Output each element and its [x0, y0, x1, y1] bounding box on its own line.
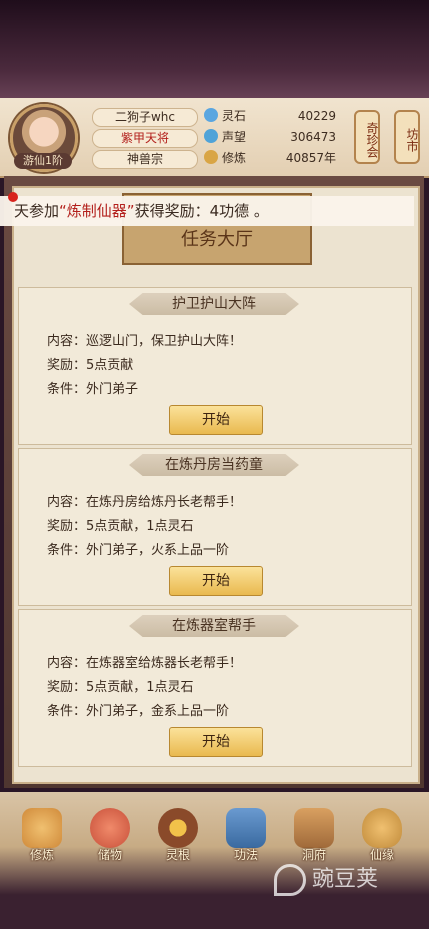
task-card: 在炼丹房当药童 内容：在炼丹房给炼丹长老帮手！ 奖励：5点贡献，1点灵石 条件：…: [18, 448, 412, 606]
task-title: 在炼丹房当药童: [129, 454, 299, 476]
stat-cultivation: 修炼 40857年: [204, 150, 344, 167]
task-condition: 条件：外门弟子，火系上品一阶: [47, 543, 230, 558]
task-condition: 条件：外门弟子，金系上品一阶: [47, 704, 230, 719]
start-task-button[interactable]: 开始: [169, 405, 263, 435]
task-condition: 条件：外门弟子: [47, 382, 139, 397]
stat-prestige: 声望 306473: [204, 129, 344, 146]
stat-spirit-stone: 灵石 40229: [204, 108, 344, 125]
cave-house-icon: [294, 808, 334, 848]
player-name: 二狗子whc: [92, 108, 198, 127]
nav-immortal-fate[interactable]: 仙缘: [358, 808, 406, 864]
task-reward: 奖励：5点贡献: [47, 358, 134, 373]
start-task-button[interactable]: 开始: [169, 566, 263, 596]
player-sect: 神兽宗: [92, 150, 198, 169]
ticker-highlight: “炼制仙器”: [59, 202, 135, 220]
cultivate-icon: [22, 808, 62, 848]
task-content: 内容：在炼丹房给炼丹长老帮手！: [47, 495, 243, 510]
nav-cave-house[interactable]: 洞府: [290, 808, 338, 864]
task-card: 在炼器室帮手 内容：在炼器室给炼器长老帮手！ 奖励：5点贡献，1点灵石 条件：外…: [18, 609, 412, 767]
spirit-stone-icon: [204, 108, 218, 122]
task-reward: 奖励：5点贡献，1点灵石: [47, 680, 194, 695]
nav-storage[interactable]: 储物: [86, 808, 134, 864]
nav-spirit-root[interactable]: 灵根: [154, 808, 202, 864]
market-button[interactable]: 坊市: [394, 110, 420, 164]
broadcast-ticker: 天参加“炼制仙器”获得奖励：4功德 。: [0, 196, 414, 226]
meditation-icon: [204, 150, 218, 164]
start-task-button[interactable]: 开始: [169, 727, 263, 757]
task-card: 护卫护山大阵 内容：巡逻山门，保卫护山大阵！ 奖励：5点贡献 条件：外门弟子 开…: [18, 287, 412, 445]
player-rank: 游仙1阶: [14, 153, 72, 169]
task-title: 护卫护山大阵: [129, 293, 299, 315]
treasure-pavilion-button[interactable]: 奇珍会: [354, 110, 380, 164]
nav-cultivate[interactable]: 修炼: [18, 808, 66, 864]
task-title: 在炼器室帮手: [129, 615, 299, 637]
prestige-icon: [204, 129, 218, 143]
gourd-icon: [362, 808, 402, 848]
ticker-suffix: 获得奖励：4功德 。: [134, 202, 269, 220]
notification-dot-icon: [8, 192, 18, 202]
technique-book-icon: [226, 808, 266, 848]
task-content: 内容：巡逻山门，保卫护山大阵！: [47, 334, 243, 349]
task-content: 内容：在炼器室给炼器长老帮手！: [47, 656, 243, 671]
top-band: [0, 0, 429, 100]
spirit-root-icon: [158, 808, 198, 848]
nav-technique[interactable]: 功法: [222, 808, 270, 864]
watermark: 豌豆荚: [274, 860, 414, 900]
watermark-logo-icon: [274, 864, 306, 896]
task-reward: 奖励：5点贡献，1点灵石: [47, 519, 194, 534]
ticker-prefix: 天参加: [14, 202, 60, 220]
storage-bag-icon: [90, 808, 130, 848]
player-title: 紫甲天将: [92, 129, 198, 148]
